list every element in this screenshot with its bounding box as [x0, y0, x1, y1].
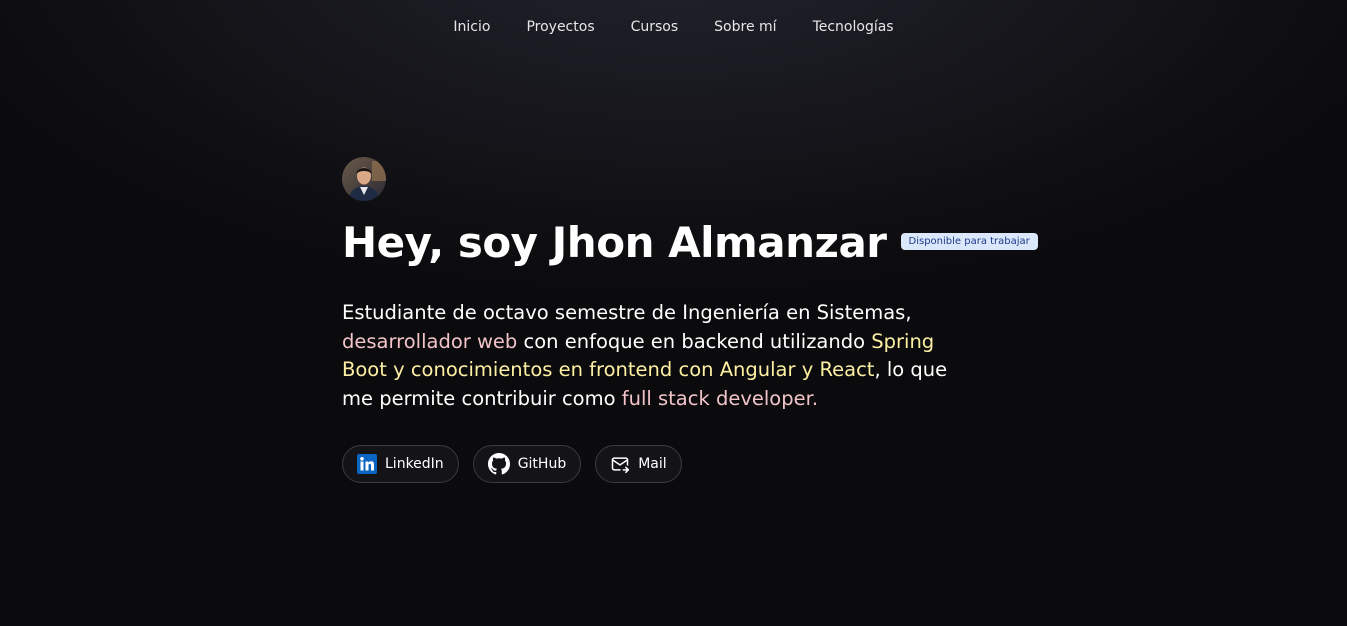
social-links: LinkedIn GitHub Mail: [342, 445, 1022, 483]
linkedin-label: LinkedIn: [385, 456, 444, 472]
title-row: Hey, soy Jhon Almanzar Disponible para t…: [342, 215, 1038, 269]
hero-section: Hey, soy Jhon Almanzar Disponible para t…: [342, 157, 1038, 483]
nav-item-tecnologias[interactable]: Tecnologías: [813, 19, 894, 35]
bio-text-1: Estudiante de octavo semestre de Ingenie…: [342, 301, 912, 324]
page-title: Hey, soy Jhon Almanzar: [342, 217, 887, 267]
bio-paragraph: Estudiante de octavo semestre de Ingenie…: [342, 299, 982, 413]
mail-label: Mail: [638, 456, 667, 472]
page: Inicio Proyectos Cursos Sobre mí Tecnolo…: [0, 0, 1347, 626]
github-icon: [487, 453, 510, 475]
github-label: GitHub: [517, 456, 567, 472]
github-button[interactable]: GitHub: [472, 445, 582, 483]
nav-item-proyectos[interactable]: Proyectos: [526, 19, 594, 35]
linkedin-icon: [357, 454, 377, 474]
availability-badge: Disponible para trabajar: [900, 232, 1038, 250]
nav-item-inicio[interactable]: Inicio: [453, 19, 490, 35]
nav-item-cursos[interactable]: Cursos: [631, 19, 679, 35]
mail-button[interactable]: Mail: [595, 445, 682, 483]
bio-text-2: con enfoque en backend utilizando: [517, 329, 872, 353]
linkedin-button[interactable]: LinkedIn: [342, 445, 459, 483]
bio-highlight-web-developer: desarrollador web: [342, 329, 518, 353]
top-nav: Inicio Proyectos Cursos Sobre mí Tecnolo…: [0, 0, 1347, 54]
bio-highlight-full-stack: full stack developer.: [621, 386, 819, 410]
avatar: [342, 157, 386, 201]
nav-item-sobre-mi[interactable]: Sobre mí: [714, 19, 776, 35]
mail-icon: [610, 454, 630, 474]
